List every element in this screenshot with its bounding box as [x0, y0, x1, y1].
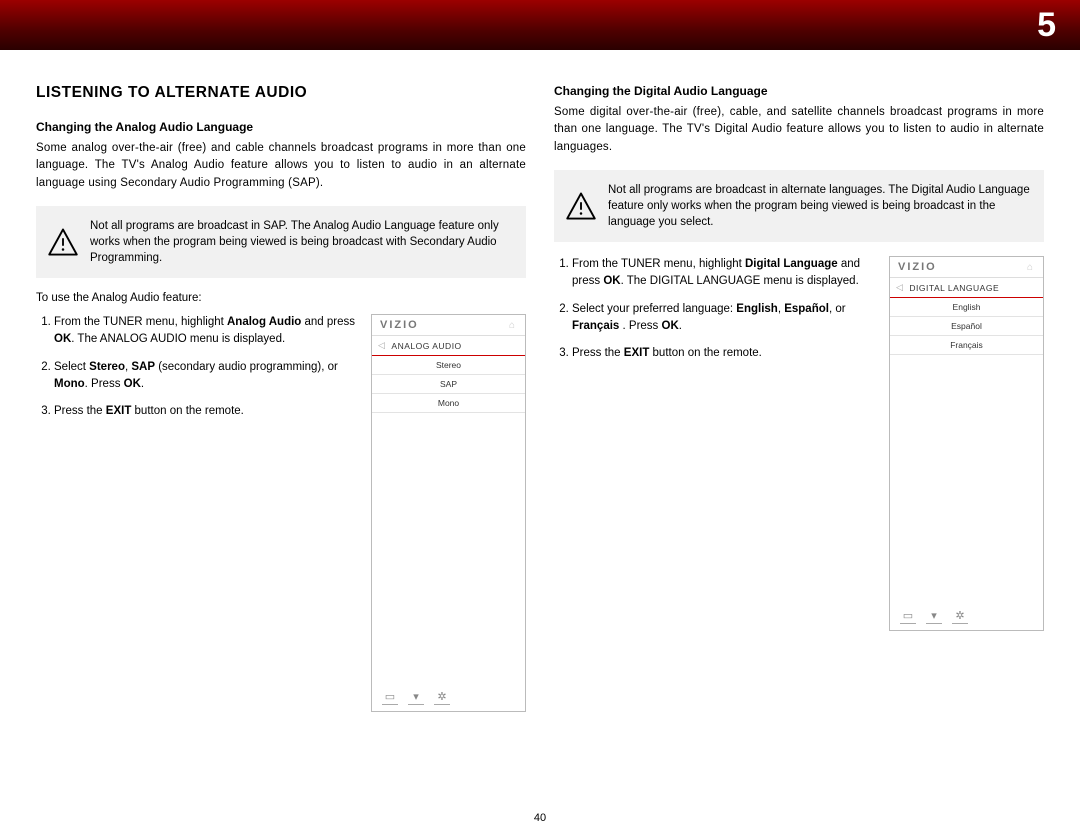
digital-language-mock: VIZIO ⌂ ◁ DIGITAL LANGUAGE EnglishEspaño… — [889, 256, 1044, 631]
mock-menu-title: DIGITAL LANGUAGE — [909, 283, 999, 293]
left-subheading: Changing the Analog Audio Language — [36, 120, 526, 134]
section-title: LISTENING TO ALTERNATE AUDIO — [36, 84, 526, 102]
mock-menu-item: Français — [890, 336, 1043, 355]
down-icon: ▾ — [408, 690, 424, 705]
mock-footer: ▭ ▾ ✲ — [372, 684, 525, 711]
mock-menu-title: ANALOG AUDIO — [391, 341, 461, 351]
cc-icon: ▭ — [900, 609, 916, 624]
mock-menu-item: English — [890, 298, 1043, 317]
right-column: Changing the Digital Audio Language Some… — [554, 84, 1044, 712]
right-warning-text: Not all programs are broadcast in altern… — [608, 182, 1030, 230]
mock-menu-item: Español — [890, 317, 1043, 336]
mock-menu-title-row: ◁ ANALOG AUDIO — [372, 336, 525, 356]
mock-menu-item: Mono — [372, 394, 525, 413]
cc-icon: ▭ — [382, 690, 398, 705]
left-warning-text: Not all programs are broadcast in SAP. T… — [90, 218, 512, 266]
mock-menu-item: Stereo — [372, 356, 525, 375]
chapter-number: 5 — [1037, 6, 1056, 45]
warning-icon — [48, 228, 78, 256]
left-steps: From the TUNER menu, highlight Analog Au… — [36, 314, 357, 430]
home-icon: ⌂ — [509, 320, 517, 331]
warning-icon — [566, 192, 596, 220]
page-number: 40 — [0, 812, 1080, 824]
step-item: From the TUNER menu, highlight Analog Au… — [54, 314, 357, 349]
right-warning-box: Not all programs are broadcast in altern… — [554, 170, 1044, 242]
mock-menu-title-row: ◁ DIGITAL LANGUAGE — [890, 278, 1043, 298]
right-steps: From the TUNER menu, highlight Digital L… — [554, 256, 875, 372]
left-body: Some analog over-the-air (free) and cabl… — [36, 140, 526, 192]
gear-icon: ✲ — [434, 690, 450, 705]
left-steps-wrap: From the TUNER menu, highlight Analog Au… — [36, 314, 526, 712]
down-icon: ▾ — [926, 609, 942, 624]
home-icon: ⌂ — [1027, 262, 1035, 273]
back-arrow-icon: ◁ — [896, 282, 903, 293]
mock-footer: ▭ ▾ ✲ — [890, 603, 1043, 630]
mock-header: VIZIO ⌂ — [372, 315, 525, 336]
gear-icon: ✲ — [952, 609, 968, 624]
mock-brand: VIZIO — [898, 261, 937, 273]
page-body: LISTENING TO ALTERNATE AUDIO Changing th… — [0, 50, 1080, 712]
step-item: Select Stereo, SAP (secondary audio prog… — [54, 359, 357, 394]
mock-brand: VIZIO — [380, 319, 419, 331]
step-item: Press the EXIT button on the remote. — [572, 345, 875, 362]
right-body: Some digital over-the-air (free), cable,… — [554, 104, 1044, 156]
left-intro: To use the Analog Audio feature: — [36, 292, 526, 304]
step-item: From the TUNER menu, highlight Digital L… — [572, 256, 875, 291]
left-column: LISTENING TO ALTERNATE AUDIO Changing th… — [36, 84, 526, 712]
back-arrow-icon: ◁ — [378, 340, 385, 351]
mock-header: VIZIO ⌂ — [890, 257, 1043, 278]
mock-menu-item: SAP — [372, 375, 525, 394]
right-steps-wrap: From the TUNER menu, highlight Digital L… — [554, 256, 1044, 631]
step-item: Select your preferred language: English,… — [572, 301, 875, 336]
step-item: Press the EXIT button on the remote. — [54, 403, 357, 420]
right-subheading: Changing the Digital Audio Language — [554, 84, 1044, 98]
left-warning-box: Not all programs are broadcast in SAP. T… — [36, 206, 526, 278]
analog-audio-mock: VIZIO ⌂ ◁ ANALOG AUDIO StereoSAPMono ▭ ▾… — [371, 314, 526, 712]
chapter-bar: 5 — [0, 0, 1080, 50]
